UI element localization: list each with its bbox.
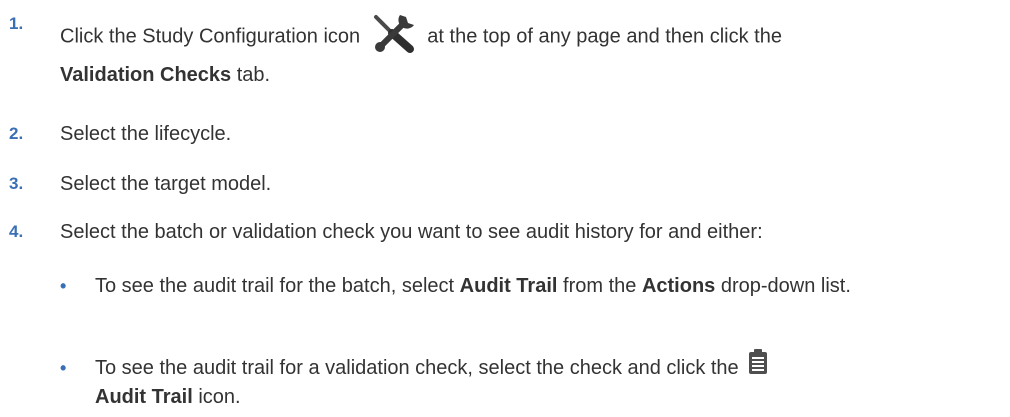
step-text: Select the target model. [60,173,272,195]
actions-label: Actions [641,275,716,297]
validation-checks-tab-label: Validation Checks [60,64,232,86]
step-text: Select the batch or validation check you… [60,221,763,243]
step-text: Click the Study Configuration icon [60,25,361,48]
bullet-marker: • [60,276,67,296]
step-number: 4. [9,222,24,241]
step-number: 1. [9,14,24,33]
wrench-screwdriver-icon[interactable] [370,13,418,61]
step-number: 3. [9,174,24,193]
step-number: 2. [9,124,24,143]
audit-trail-icon[interactable] [748,348,768,383]
instructions-document: 1. Click the Study Configuration icon at… [0,0,1010,417]
audit-trail-label: Audit Trail [459,275,558,297]
audit-trail-label: Audit Trail [95,385,193,408]
bullet-marker: • [60,358,67,378]
step-text: Select the lifecycle. [60,123,232,145]
